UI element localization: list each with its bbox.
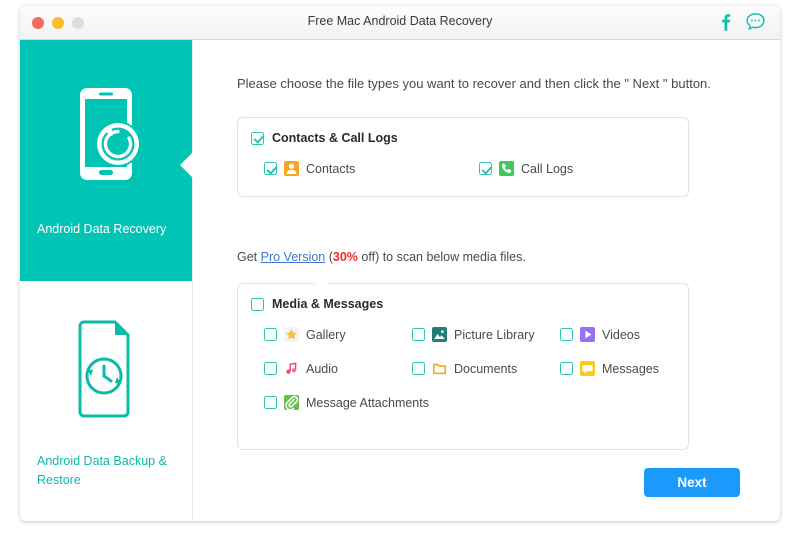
option-contacts[interactable]: Contacts bbox=[264, 161, 479, 176]
gallery-icon bbox=[284, 327, 299, 342]
checkbox-audio[interactable] bbox=[264, 362, 277, 375]
checkbox-picture-library[interactable] bbox=[412, 328, 425, 341]
app-window: Free Mac Android Data Recovery Android D… bbox=[20, 6, 780, 521]
checkbox-videos[interactable] bbox=[560, 328, 573, 341]
sidebar-item-android-data-recovery[interactable]: Android Data Recovery bbox=[20, 40, 193, 281]
group-checkbox-contacts[interactable] bbox=[251, 131, 264, 145]
group-label: Media & Messages bbox=[272, 297, 384, 311]
option-label: Picture Library bbox=[454, 327, 535, 342]
option-row: Gallery Picture Library Videos bbox=[251, 327, 678, 342]
option-label: Message Attachments bbox=[306, 395, 429, 410]
promo-discount: 30% bbox=[332, 250, 358, 264]
messages-icon bbox=[580, 361, 595, 376]
option-label: Call Logs bbox=[521, 161, 574, 176]
titlebar-icon-group bbox=[719, 11, 766, 32]
media-options: Gallery Picture Library Videos Audio Doc… bbox=[251, 327, 678, 410]
checkbox-gallery[interactable] bbox=[264, 328, 277, 341]
media-messages-card: Media & Messages Gallery Picture Library… bbox=[237, 276, 689, 450]
option-videos[interactable]: Videos bbox=[560, 327, 700, 342]
checkbox-contacts[interactable] bbox=[264, 162, 277, 175]
group-header-contacts[interactable]: Contacts & Call Logs bbox=[251, 131, 398, 145]
document-clock-restore-icon bbox=[62, 314, 150, 430]
title-bar: Free Mac Android Data Recovery bbox=[20, 6, 780, 40]
option-label: Gallery bbox=[306, 327, 346, 342]
contacts-icon bbox=[284, 161, 299, 176]
promo-suffix: to scan below media files. bbox=[379, 250, 526, 264]
sidebar-item-android-data-backup-restore[interactable]: Android Data Backup & Restore bbox=[20, 281, 192, 521]
option-label: Videos bbox=[602, 327, 640, 342]
option-message-attachments[interactable]: Message Attachments bbox=[264, 395, 514, 410]
picture-library-icon bbox=[432, 327, 447, 342]
option-gallery[interactable]: Gallery bbox=[264, 327, 412, 342]
checkbox-call-logs[interactable] bbox=[479, 162, 492, 175]
videos-icon bbox=[580, 327, 595, 342]
active-indicator-notch bbox=[180, 152, 193, 178]
promo-off: off) bbox=[357, 250, 380, 264]
group-checkbox-media[interactable] bbox=[251, 297, 264, 311]
checkbox-message-attachments[interactable] bbox=[264, 396, 277, 409]
window-title: Free Mac Android Data Recovery bbox=[307, 14, 493, 28]
card-pointer-notch bbox=[313, 276, 329, 285]
option-documents[interactable]: Documents bbox=[412, 361, 560, 376]
sidebar-item-label: Android Data Recovery bbox=[37, 222, 167, 237]
phone-recovery-icon bbox=[62, 82, 150, 198]
group-header-media[interactable]: Media & Messages bbox=[251, 297, 383, 311]
call-logs-icon bbox=[499, 161, 514, 176]
option-row: Audio Documents Messages bbox=[251, 361, 678, 376]
chat-bubble-icon[interactable] bbox=[745, 11, 766, 32]
option-call-logs[interactable]: Call Logs bbox=[479, 161, 679, 176]
audio-icon bbox=[284, 361, 299, 376]
sidebar-item-label: Android Data Backup & Restore bbox=[37, 454, 167, 487]
promo-prefix: Get bbox=[237, 250, 261, 264]
option-label: Audio bbox=[306, 361, 338, 376]
option-row: Message Attachments bbox=[251, 395, 678, 410]
facebook-icon[interactable] bbox=[719, 12, 732, 32]
instruction-text: Please choose the file types you want to… bbox=[237, 76, 711, 91]
checkbox-documents[interactable] bbox=[412, 362, 425, 375]
contacts-options: Contacts Call Logs bbox=[251, 161, 678, 176]
main-panel: Please choose the file types you want to… bbox=[193, 40, 780, 521]
option-label: Messages bbox=[602, 361, 659, 376]
message-attachments-icon bbox=[284, 395, 299, 410]
option-label: Documents bbox=[454, 361, 518, 376]
promo-open-paren: ( bbox=[325, 250, 333, 264]
sidebar: Android Data Recovery Android Data Backu… bbox=[20, 40, 193, 521]
option-messages[interactable]: Messages bbox=[560, 361, 700, 376]
next-button[interactable]: Next bbox=[644, 468, 740, 497]
pro-version-link[interactable]: Pro Version bbox=[261, 250, 326, 264]
checkbox-messages[interactable] bbox=[560, 362, 573, 375]
pro-version-promo: Get Pro Version (30% off) to scan below … bbox=[237, 250, 526, 264]
option-label: Contacts bbox=[306, 161, 356, 176]
group-label: Contacts & Call Logs bbox=[272, 131, 398, 145]
option-picture-library[interactable]: Picture Library bbox=[412, 327, 560, 342]
window-content: Android Data Recovery Android Data Backu… bbox=[20, 40, 780, 521]
option-row: Contacts Call Logs bbox=[251, 161, 678, 176]
documents-icon bbox=[432, 361, 447, 376]
option-audio[interactable]: Audio bbox=[264, 361, 412, 376]
contacts-call-logs-card: Contacts & Call Logs Contacts Call Logs bbox=[237, 117, 689, 197]
